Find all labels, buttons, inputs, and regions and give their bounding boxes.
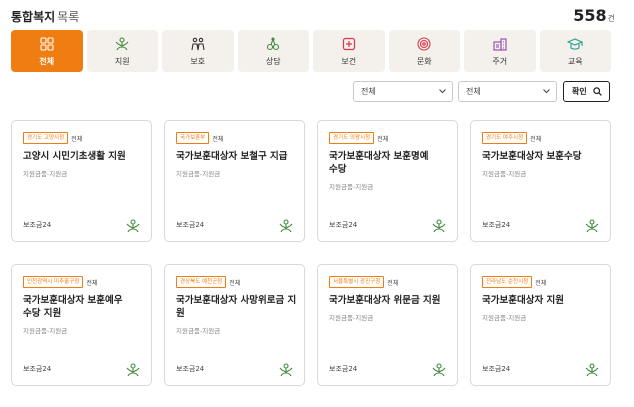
scope-label: 전체 [86, 279, 98, 287]
chevron-down-icon [439, 89, 446, 94]
category-tab-support[interactable]: 지원 [86, 30, 158, 72]
category-label: 문화 [416, 56, 432, 66]
counseling-icon [267, 36, 280, 50]
card-title: 국가보훈대상자 보훈명예수당 [329, 151, 429, 175]
card-title: 국가보훈대상자 보훈수당 [482, 151, 582, 162]
region-select[interactable]: 전체 [353, 81, 453, 102]
page-title: 통합복지 목록 [11, 10, 80, 24]
welfare-card[interactable]: 경상북도 예천군청 전체 국가보훈대상자 사망위로금 지원 지원금품-지원금 보조… [164, 264, 305, 386]
page-header: 통합복지 목록 558건 [11, 6, 623, 28]
scope-label: 전체 [387, 279, 399, 287]
support-icon [585, 363, 599, 377]
search-button[interactable]: 확인 [563, 81, 610, 102]
category-label: 교육 [567, 56, 583, 66]
category-label: 주거 [492, 56, 508, 66]
result-count: 558건 [573, 6, 615, 25]
welfare-card[interactable]: 인천광역시 미추홀구청 전체 국가보훈대상자 보훈예우수당 지원 지원금품-지원금… [11, 264, 152, 386]
scope-label: 전체 [229, 279, 241, 287]
support-icon [279, 219, 293, 233]
card-category: 지원금품-지원금 [329, 314, 374, 322]
card-category: 지원금품-지원금 [23, 327, 68, 335]
card-title: 국가보훈대상자 보철구 지급 [176, 151, 288, 162]
scope-label: 전체 [71, 135, 83, 143]
card-source: 보조금24 [329, 365, 358, 373]
welfare-card[interactable]: 경기도 여주시청 전체 국가보훈대상자 보훈수당 지원금품-지원금 보조금24 [470, 120, 611, 242]
card-title: 국가보훈대상자 지원 [482, 295, 564, 306]
chevron-down-icon [543, 89, 550, 94]
category-tab-protection[interactable]: 보호 [162, 30, 234, 72]
support-icon [585, 219, 599, 233]
category-tab-counseling[interactable]: 상담 [237, 30, 309, 72]
welfare-card[interactable]: 국가보훈부 전체 국가보훈대상자 보철구 지급 지원금품-지원금 보조금24 [164, 120, 305, 242]
category-tabs: 전체 지원 보호 상담 보건 문화 주거 교육 [11, 30, 611, 72]
support-icon [279, 363, 293, 377]
agency-tag: 국가보훈부 [176, 132, 210, 144]
category-tab-all[interactable]: 전체 [11, 30, 83, 72]
category-tab-health[interactable]: 보건 [313, 30, 385, 72]
category-label: 상담 [265, 56, 281, 66]
agency-tag: 인천광역시 미추홀구청 [23, 276, 84, 288]
card-source: 보조금24 [482, 365, 511, 373]
card-source: 보조금24 [23, 221, 52, 229]
card-title: 국가보훈대상자 위문금 지원 [329, 295, 441, 306]
sub-region-select[interactable]: 전체 [458, 81, 557, 102]
agency-tag: 전라남도 순천시청 [482, 276, 533, 288]
card-title: 고양시 시민기초생활 지원 [23, 151, 126, 162]
scope-label: 전체 [212, 135, 224, 143]
agency-tag: 경기도 여주시청 [482, 132, 528, 144]
page-subtitle: 목록 [57, 10, 80, 24]
agency-tag: 경상북도 예천군청 [176, 276, 227, 288]
culture-icon [417, 36, 431, 51]
card-category: 지원금품-지원금 [176, 327, 221, 335]
protection-icon [191, 37, 205, 50]
category-label: 지원 [114, 56, 130, 66]
category-label: 보호 [190, 56, 206, 66]
welfare-card[interactable]: 전라남도 순천시청 전체 국가보훈대상자 지원 지원금품-지원금 보조금24 [470, 264, 611, 386]
filter-bar: 전체 전체 확인 [0, 81, 634, 102]
card-category: 지원금품-지원금 [176, 170, 221, 178]
agency-tag: 서울특별시 광진구청 [329, 276, 385, 288]
category-tab-culture[interactable]: 문화 [388, 30, 460, 72]
support-icon [126, 219, 140, 233]
category-label: 전체 [39, 56, 55, 66]
welfare-card[interactable]: 경기도 의왕시청 전체 국가보훈대상자 보훈명예수당 지원금품-지원금 보조금24 [317, 120, 458, 242]
scope-label: 전체 [535, 279, 547, 287]
support-icon [126, 363, 140, 377]
category-label: 보건 [341, 56, 357, 66]
scope-label: 전체 [530, 135, 542, 143]
health-icon [342, 37, 355, 50]
card-source: 보조금24 [329, 221, 358, 229]
card-source: 보조금24 [176, 221, 205, 229]
welfare-card[interactable]: 서울특별시 광진구청 전체 국가보훈대상자 위문금 지원 지원금품-지원금 보조금… [317, 264, 458, 386]
card-source: 보조금24 [482, 221, 511, 229]
card-category: 지원금품-지원금 [23, 170, 68, 178]
card-source: 보조금24 [23, 365, 52, 373]
card-category: 지원금품-지원금 [482, 314, 527, 322]
card-title: 국가보훈대상자 사망위로금 지원 [176, 295, 297, 319]
card-category: 지원금품-지원금 [329, 183, 374, 191]
agency-tag: 경기도 의왕시청 [329, 132, 375, 144]
card-category: 지원금품-지원금 [482, 170, 527, 178]
category-tab-housing[interactable]: 주거 [464, 30, 536, 72]
card-source: 보조금24 [176, 365, 205, 373]
welfare-card[interactable]: 경기도 고양시청 전체 고양시 시민기초생활 지원 지원금품-지원금 보조금24 [11, 120, 152, 242]
support-icon [115, 36, 129, 50]
education-icon [567, 37, 584, 50]
card-title: 국가보훈대상자 보훈예우수당 지원 [23, 295, 123, 319]
support-icon [432, 219, 446, 233]
support-icon [432, 363, 446, 377]
scope-label: 전체 [377, 135, 389, 143]
search-icon [593, 87, 602, 96]
grid-icon [40, 36, 54, 51]
category-tab-education[interactable]: 교육 [539, 30, 611, 72]
agency-tag: 경기도 고양시청 [23, 132, 69, 144]
housing-icon [493, 37, 507, 51]
